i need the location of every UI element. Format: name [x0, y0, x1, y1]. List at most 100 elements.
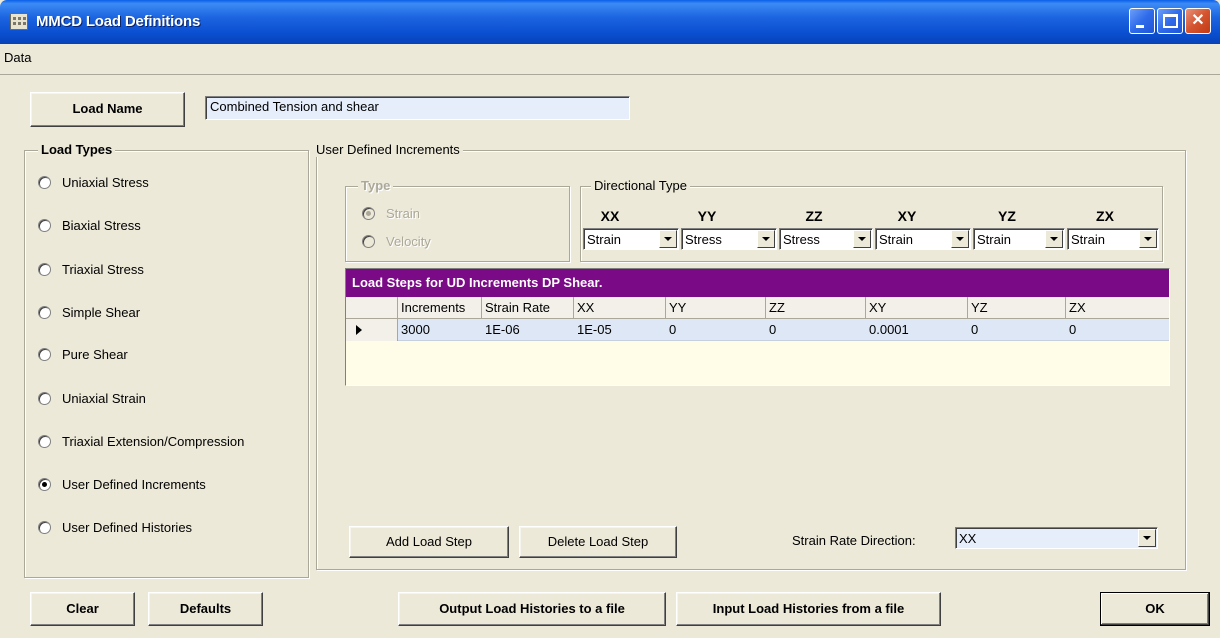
cell-xx[interactable]: 1E-05 [574, 319, 666, 341]
load-name-button-label: Load Name [72, 101, 143, 116]
add-load-step-button[interactable]: Add Load Step [349, 526, 509, 558]
col-header-yz[interactable]: YZ [968, 297, 1066, 319]
dir-select-yz[interactable]: Strain [973, 228, 1065, 250]
defaults-button[interactable]: Defaults [148, 592, 263, 626]
load-name-input[interactable]: Combined Tension and shear [205, 96, 630, 120]
select-value: Strain [1071, 232, 1105, 247]
radio-button-selected[interactable] [362, 207, 375, 220]
input-load-histories-button[interactable]: Input Load Histories from a file [676, 592, 941, 626]
radio-label: Triaxial Extension/Compression [62, 434, 245, 449]
menu-separator [0, 74, 1220, 75]
col-header-increments[interactable]: Increments [398, 297, 482, 319]
load-name-button[interactable]: Load Name [30, 92, 185, 127]
close-button[interactable]: ✕ [1185, 8, 1211, 34]
cell-yy[interactable]: 0 [666, 319, 766, 341]
ud-increments-title: User Defined Increments [313, 142, 463, 157]
col-header-strain-rate[interactable]: Strain Rate [482, 297, 574, 319]
menu-bar: Data [0, 48, 1220, 68]
cell-yz[interactable]: 0 [968, 319, 1066, 341]
select-value: Stress [685, 232, 722, 247]
chevron-down-icon[interactable] [757, 230, 775, 248]
load-types-group [24, 150, 309, 578]
cell-xy[interactable]: 0.0001 [866, 319, 968, 341]
select-value: Stress [783, 232, 820, 247]
clear-button[interactable]: Clear [30, 592, 135, 626]
radio-button[interactable] [362, 235, 375, 248]
dir-header-yy: YY [697, 208, 717, 224]
radio-label: User Defined Increments [62, 477, 206, 492]
col-header-xx[interactable]: XX [574, 297, 666, 319]
directional-type-title: Directional Type [591, 178, 690, 193]
close-icon: ✕ [1191, 12, 1205, 29]
dir-header-xx: XX [600, 208, 620, 224]
maximize-button[interactable] [1157, 8, 1183, 34]
dir-select-xy[interactable]: Strain [875, 228, 971, 250]
chevron-down-icon[interactable] [951, 230, 969, 248]
ok-button[interactable]: OK [1100, 592, 1210, 626]
button-label: Output Load Histories to a file [439, 601, 625, 616]
cell-zz[interactable]: 0 [766, 319, 866, 341]
radio-button-selected[interactable] [38, 478, 51, 491]
radio-label: Velocity [386, 234, 431, 249]
chevron-down-icon[interactable] [659, 230, 677, 248]
radio-button[interactable] [38, 176, 51, 189]
dir-header-zz: ZZ [805, 208, 823, 224]
delete-load-step-button[interactable]: Delete Load Step [519, 526, 677, 558]
radio-button[interactable] [38, 219, 51, 232]
radio-button[interactable] [38, 263, 51, 276]
type-title: Type [358, 178, 394, 193]
button-label: Clear [66, 601, 99, 616]
menu-data[interactable]: Data [2, 50, 33, 65]
minimize-button[interactable] [1129, 8, 1155, 34]
directional-type-group [580, 186, 1163, 262]
app-grid-icon [10, 13, 28, 30]
col-header-xy[interactable]: XY [866, 297, 968, 319]
dir-select-zx[interactable]: Strain [1067, 228, 1159, 250]
radio-button[interactable] [38, 435, 51, 448]
chevron-down-icon[interactable] [853, 230, 871, 248]
chevron-down-icon[interactable] [1139, 230, 1157, 248]
radio-button[interactable] [38, 348, 51, 361]
cell-increments[interactable]: 3000 [398, 319, 482, 341]
strain-rate-direction-select[interactable]: XX [955, 527, 1158, 549]
select-value: Strain [977, 232, 1011, 247]
radio-label: Uniaxial Stress [62, 175, 149, 190]
col-header-yy[interactable]: YY [666, 297, 766, 319]
dir-header-zx: ZX [1096, 208, 1114, 224]
dir-select-xx[interactable]: Strain [583, 228, 679, 250]
window-title: MMCD Load Definitions [36, 13, 201, 30]
dir-select-yy[interactable]: Stress [681, 228, 777, 250]
type-group [345, 186, 570, 262]
title-bar[interactable]: MMCD Load Definitions ✕ [0, 0, 1220, 44]
button-label: Defaults [179, 601, 232, 616]
grid-header-row: Increments Strain Rate XX YY ZZ XY YZ ZX [346, 297, 1169, 319]
radio-label: Pure Shear [62, 347, 128, 362]
chevron-down-icon[interactable] [1045, 230, 1063, 248]
row-selector-arrow-icon[interactable] [346, 319, 398, 341]
button-label: Input Load Histories from a file [712, 601, 905, 616]
radio-label: Triaxial Stress [62, 262, 144, 277]
radio-button[interactable] [38, 521, 51, 534]
dir-select-zz[interactable]: Stress [779, 228, 873, 250]
grid-corner-cell [346, 297, 398, 319]
cell-zx[interactable]: 0 [1066, 319, 1169, 341]
maximize-icon [1163, 14, 1178, 28]
button-label: Delete Load Step [547, 534, 649, 549]
radio-button[interactable] [38, 392, 51, 405]
cell-strain-rate[interactable]: 1E-06 [482, 319, 574, 341]
radio-label: User Defined Histories [62, 520, 193, 535]
radio-button[interactable] [38, 306, 51, 319]
minimize-icon [1136, 25, 1144, 28]
button-label: Add Load Step [385, 534, 473, 549]
chevron-down-icon[interactable] [1138, 529, 1156, 547]
grid-caption: Load Steps for UD Increments DP Shear. [346, 269, 1169, 297]
col-header-zx[interactable]: ZX [1066, 297, 1169, 319]
radio-label: Biaxial Stress [62, 218, 141, 233]
load-types-title: Load Types [38, 142, 116, 157]
col-header-zz[interactable]: ZZ [766, 297, 866, 319]
select-value: Strain [879, 232, 913, 247]
load-steps-grid[interactable]: Load Steps for UD Increments DP Shear. I… [345, 268, 1170, 386]
table-row[interactable]: 3000 1E-06 1E-05 0 0 0.0001 0 0 [346, 319, 1169, 341]
radio-label: Simple Shear [62, 305, 141, 320]
output-load-histories-button[interactable]: Output Load Histories to a file [398, 592, 666, 626]
